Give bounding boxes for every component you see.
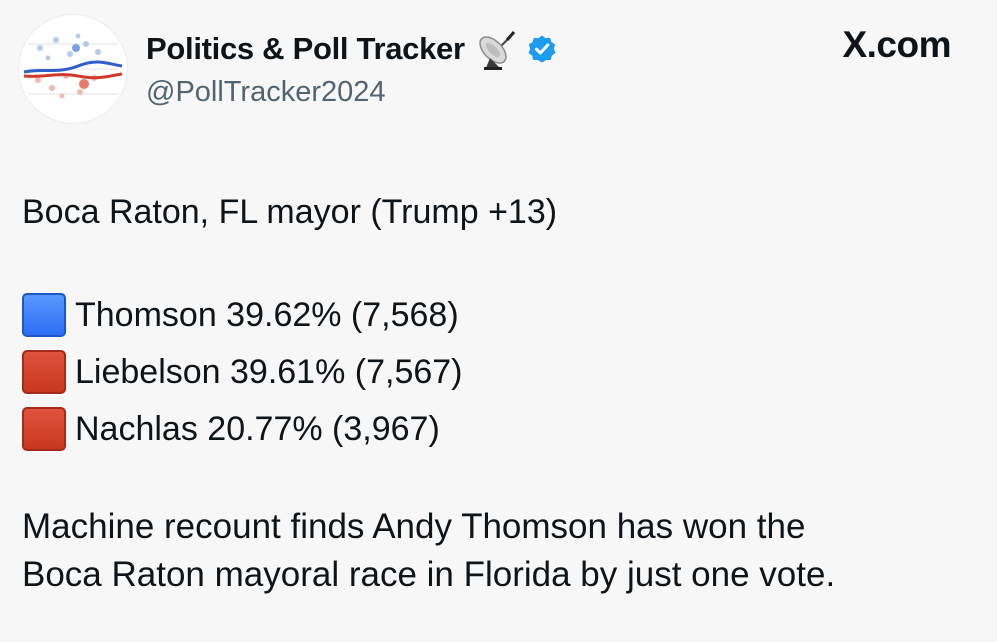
verified-badge-icon bbox=[527, 34, 557, 64]
result-row-thomson: Thomson 39.62% (7,568) bbox=[22, 286, 982, 343]
x-brand-label: X.com bbox=[842, 24, 951, 65]
result-text: Thomson 39.62% (7,568) bbox=[75, 295, 459, 334]
tweet-header: Politics & Poll Tracker @PollTracker2024… bbox=[0, 0, 997, 140]
result-text: Nachlas 20.77% (3,967) bbox=[75, 409, 440, 448]
post-headline: Boca Raton, FL mayor (Trump +13) bbox=[22, 193, 558, 231]
post-body-line: Boca Raton mayoral race in Florida by ju… bbox=[22, 555, 836, 594]
tweet-body: Boca Raton, FL mayor (Trump +13) Thomson… bbox=[22, 188, 982, 599]
red-square-icon bbox=[22, 349, 66, 394]
blue-square-icon bbox=[22, 292, 66, 337]
post-body-line: Machine recount finds Andy Thomson has w… bbox=[22, 507, 806, 546]
post-body: Machine recount finds Andy Thomson has w… bbox=[22, 503, 982, 599]
red-square-icon bbox=[22, 406, 66, 451]
poll-chart-avatar[interactable] bbox=[18, 14, 128, 124]
account-handle[interactable]: @PollTracker2024 bbox=[146, 76, 386, 109]
result-row-liebelson: Liebelson 39.61% (7,567) bbox=[22, 343, 982, 400]
display-name-row[interactable]: Politics & Poll Tracker bbox=[146, 26, 557, 72]
result-row-nachlas: Nachlas 20.77% (3,967) bbox=[22, 400, 982, 457]
satellite-dish-icon bbox=[473, 26, 519, 72]
result-text: Liebelson 39.61% (7,567) bbox=[75, 352, 463, 391]
display-name[interactable]: Politics & Poll Tracker bbox=[146, 31, 465, 67]
